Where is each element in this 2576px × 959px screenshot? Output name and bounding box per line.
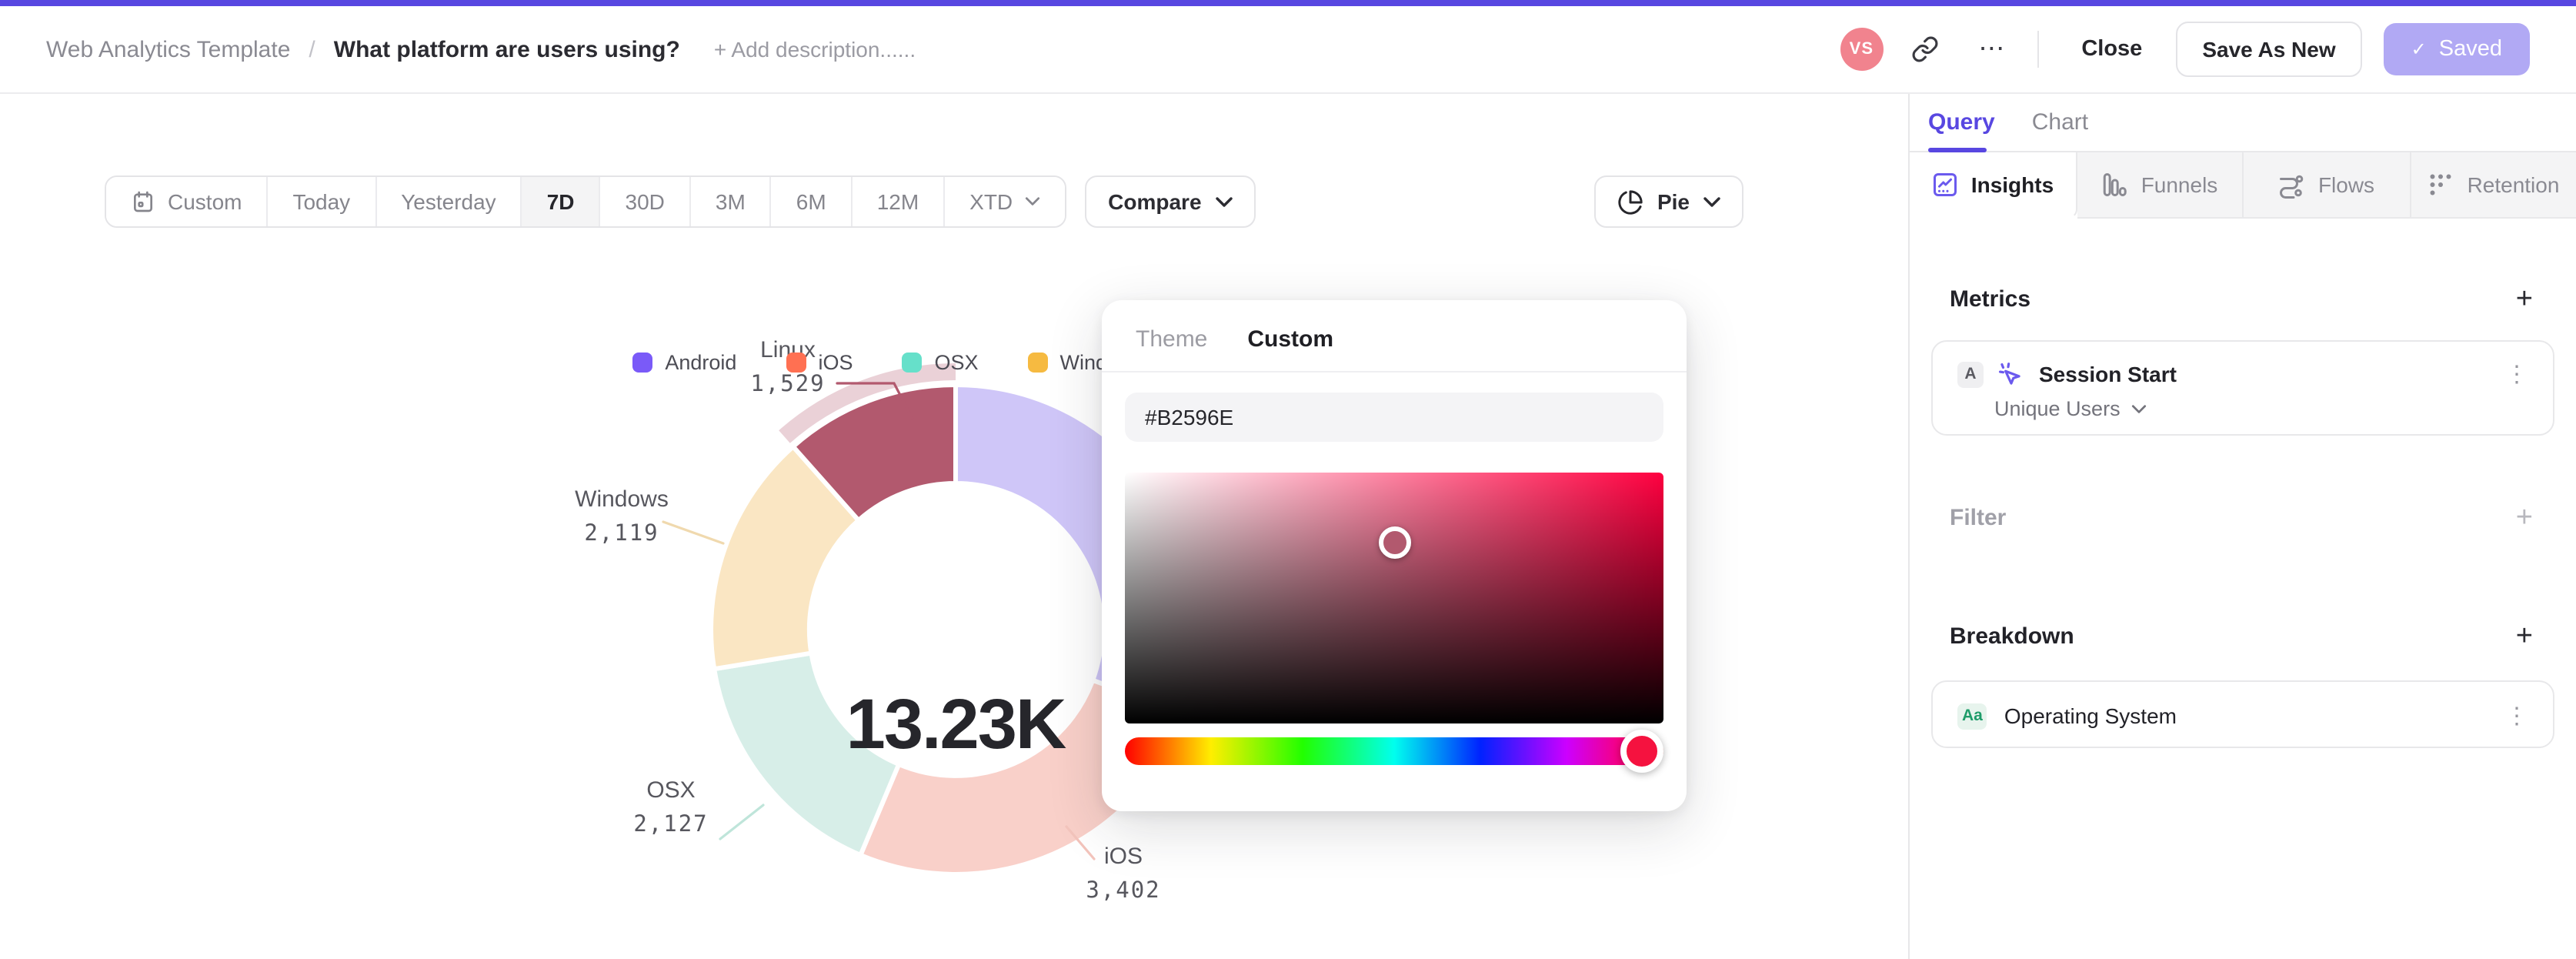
view-tab-label: Flows (2317, 172, 2375, 197)
slice-label-value: 2,127 (633, 813, 709, 837)
breadcrumb-root-link[interactable]: Web Analytics Template (46, 36, 290, 62)
app-header: Web Analytics Template / What platform a… (0, 6, 2576, 94)
chart-canvas: Custom Today Yesterday 7D 30D 3M 6M 12M XTD Comp… (0, 94, 1908, 959)
breakdown-menu-button[interactable]: ⋮ (2505, 702, 2528, 730)
close-button[interactable]: Close (2063, 23, 2161, 75)
slice-label-value: 2,119 (584, 522, 659, 546)
metric-menu-button[interactable]: ⋮ (2505, 360, 2528, 388)
retention-icon (2431, 174, 2452, 195)
hue-slider[interactable] (1125, 730, 1663, 773)
view-tab-retention[interactable]: Retention (2411, 152, 2576, 219)
metric-name: Session Start (2039, 362, 2177, 386)
breakdown-property-name: Operating System (2004, 703, 2177, 728)
slice-label-ios: iOS 3,402 (1031, 839, 1216, 910)
legend-label: Android (665, 351, 737, 374)
legend-swatch (632, 353, 653, 373)
metrics-title: Metrics (1950, 286, 2031, 312)
slice-label-name: OSX (646, 777, 696, 804)
header-divider (2037, 31, 2039, 68)
breadcrumb-separator: / (309, 36, 315, 62)
event-spark-icon (1998, 362, 2020, 384)
header-actions: VS ⋯ Close Save As New ✓ Saved (1840, 22, 2530, 77)
breadcrumb: Web Analytics Template / What platform a… (46, 36, 916, 62)
saturation-gradient-area[interactable] (1125, 473, 1663, 723)
add-filter-button[interactable]: + (2513, 500, 2536, 536)
query-sidebar: Query Chart Insights Funnels Flows Retentio… (1908, 94, 2576, 959)
breakdown-title: Breakdown (1950, 623, 2074, 650)
add-breakdown-button[interactable]: + (2513, 619, 2536, 654)
view-tab-insights[interactable]: Insights (1910, 152, 2077, 219)
saturation-handle[interactable] (1379, 526, 1411, 559)
string-property-badge: Aa (1957, 703, 1987, 729)
sidebar-tab-row: Query Chart (1910, 94, 2576, 152)
add-description-button[interactable]: + Add description...... (714, 37, 916, 62)
legend-item-ios[interactable]: iOS (769, 340, 869, 385)
legend-item-osx[interactable]: OSX (886, 340, 996, 385)
view-tab-label: Retention (2467, 172, 2560, 197)
metrics-section-header: Metrics + (1950, 282, 2536, 317)
donut-center-total: 13.23K (846, 683, 1067, 764)
tab-query[interactable]: Query (1928, 109, 1995, 135)
more-menu-button[interactable]: ⋯ (1966, 23, 2018, 75)
breakdown-card[interactable]: Aa Operating System ⋮ (1931, 680, 2554, 748)
view-tab-label: Insights (1970, 172, 2054, 197)
legend-label: iOS (818, 351, 853, 374)
breakdown-section-header: Breakdown + (1950, 619, 2536, 654)
saved-button[interactable]: ✓ Saved (2383, 23, 2530, 75)
top-accent-bar (0, 0, 2576, 6)
insights-icon (1933, 173, 1957, 196)
legend-swatch (786, 353, 806, 373)
filter-title: Filter (1950, 505, 2007, 531)
legend-item-android[interactable]: Android (616, 340, 753, 385)
share-link-icon[interactable] (1898, 23, 1950, 75)
metric-card[interactable]: A Session Start ⋮ Unique Users (1931, 340, 2554, 436)
slice-label-osx: OSX 2,127 (579, 773, 763, 844)
metric-series-badge: A (1957, 361, 1984, 387)
flows-icon (2280, 175, 2304, 199)
funnels-icon (2104, 173, 2127, 196)
hue-slider-handle[interactable] (1620, 730, 1663, 773)
chevron-down-icon (2131, 404, 2146, 413)
view-tab-funnels[interactable]: Funnels (2077, 152, 2244, 219)
legend-swatch (1027, 353, 1048, 373)
add-metric-button[interactable]: + (2513, 282, 2536, 317)
slice-label-name: Windows (575, 486, 669, 513)
view-tab-flows[interactable]: Flows (2244, 152, 2411, 219)
hex-color-input[interactable]: #B2596E (1125, 393, 1663, 442)
slice-label-name: iOS (1103, 844, 1143, 870)
filter-section-header: Filter + (1950, 500, 2536, 536)
slice-label-value: 3,402 (1086, 879, 1161, 904)
tab-chart[interactable]: Chart (2032, 109, 2088, 135)
view-tab-label: Funnels (2141, 172, 2218, 197)
save-as-new-button[interactable]: Save As New (2176, 22, 2362, 77)
color-picker-tabs: Theme Custom (1102, 300, 1687, 373)
page-title: What platform are users using? (333, 36, 680, 62)
slice-label-windows: Windows 2,119 (529, 482, 714, 553)
tab-theme[interactable]: Theme (1136, 326, 1207, 353)
check-icon: ✓ (2411, 38, 2427, 60)
tab-custom[interactable]: Custom (1247, 326, 1333, 353)
active-tab-underline (1928, 147, 1987, 152)
app-window: Web Analytics Template / What platform a… (0, 0, 2576, 959)
color-picker-popup: Theme Custom #B2596E (1102, 300, 1687, 811)
insight-type-tabs: Insights Funnels Flows Retention (1910, 152, 2576, 219)
legend-swatch (902, 353, 923, 373)
legend-label: OSX (934, 351, 979, 374)
avatar[interactable]: VS (1840, 28, 1884, 71)
aggregation-dropdown[interactable]: Unique Users (1933, 397, 2553, 420)
